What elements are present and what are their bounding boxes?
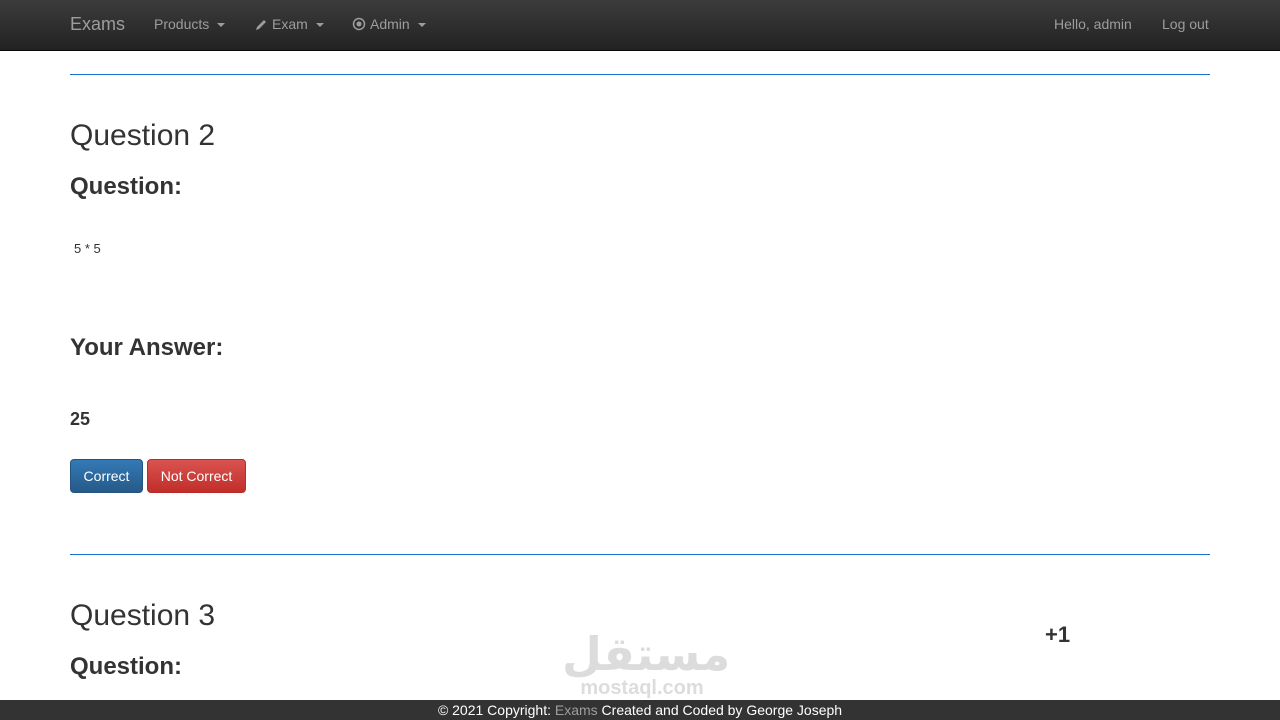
record-icon [352, 17, 366, 31]
footer-brand-link[interactable]: Exams [555, 702, 598, 718]
score-badge: +1 [1045, 622, 1071, 647]
nav-dropdown-exam[interactable]: Exam [254, 16, 324, 32]
footer: © 2021 Copyright: Exams Created and Code… [0, 700, 1280, 720]
logout-link[interactable]: Log out [1162, 16, 1209, 32]
caret-down-icon [417, 23, 426, 27]
nav-exam-label: Exam [272, 16, 308, 32]
question-text: 5 * 5 [74, 241, 101, 256]
watermark-logo: مستقل mostaql.com [562, 627, 731, 699]
nav-dropdown-admin[interactable]: Admin [352, 16, 426, 32]
question-label: Question: [70, 173, 182, 200]
brand-link[interactable]: Exams [70, 14, 125, 35]
pencil-icon [254, 17, 268, 31]
correct-button[interactable]: Correct [70, 459, 143, 493]
question-label: Question: [70, 653, 182, 680]
not-correct-button[interactable]: Not Correct [147, 459, 246, 493]
section-divider [70, 554, 1210, 555]
caret-down-icon [315, 23, 324, 27]
footer-suffix: Created and Coded by George Joseph [597, 702, 843, 718]
question-title: Question 2 [70, 119, 216, 152]
watermark-arabic: مستقل [562, 627, 731, 681]
top-navbar: Exams Products Exam Admin Hello, admin L… [0, 0, 1280, 51]
watermark-latin: mostaql.com [580, 677, 704, 699]
nav-dropdown-products[interactable]: Products [154, 16, 226, 32]
greeting-link[interactable]: Hello, admin [1054, 16, 1132, 32]
answer-label: Your Answer: [70, 334, 224, 361]
answer-value: 25 [70, 409, 91, 429]
nav-products-label: Products [154, 16, 210, 32]
footer-prefix: © 2021 Copyright: [437, 702, 555, 718]
question-title: Question 3 [70, 599, 216, 632]
nav-admin-label: Admin [370, 16, 410, 32]
section-divider [70, 74, 1210, 75]
caret-down-icon [217, 23, 226, 27]
